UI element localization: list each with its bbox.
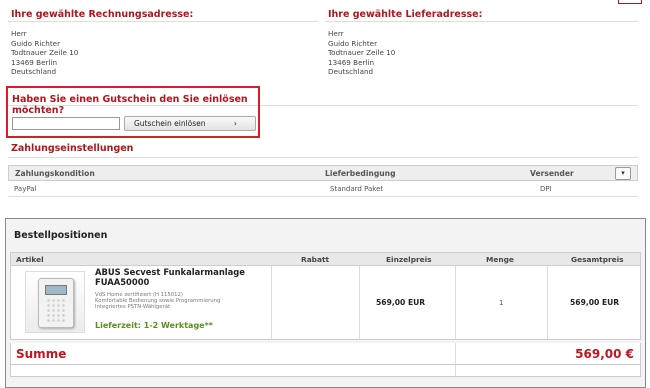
- order-panel: Bestellpositionen Artikel Rabatt Einzelp…: [5, 218, 646, 388]
- billing-street: Todtnauer Zeile 10: [11, 48, 79, 58]
- sum-row: Summe 569,00 €: [10, 343, 641, 365]
- product-description: VdS Home zertifiziert (H 115012) Komfort…: [95, 292, 275, 310]
- alarm-keypad-icon: [38, 278, 74, 328]
- divider: [455, 343, 456, 364]
- payment-title: Zahlungseinstellungen: [11, 143, 134, 154]
- next-summary-row: [10, 365, 641, 377]
- header-payment-condition: Zahlungskondition: [15, 169, 95, 178]
- delivery-time: Lieferzeit: 1-2 Werktage**: [95, 321, 213, 330]
- shipping-name: Guido Richter: [328, 38, 378, 48]
- order-item-row: ABUS Secvest Funkalarmanlage FUAA50000 V…: [10, 266, 641, 340]
- divider: [547, 266, 548, 339]
- product-image[interactable]: [25, 271, 85, 333]
- divider: [325, 21, 638, 22]
- redeem-voucher-button[interactable]: Gutschein einlösen ›: [124, 116, 256, 131]
- payment-table-header: Zahlungskondition Lieferbedingung Versen…: [8, 165, 638, 181]
- shipping-address: Herr Guido Richter Todtnauer Zeile 10 13…: [328, 29, 395, 77]
- divider: [8, 157, 638, 158]
- divider: [8, 21, 318, 22]
- item-total: 569,00 EUR: [570, 298, 620, 307]
- voucher-box: Haben Sie einen Gutschein den Sie einlös…: [6, 86, 260, 138]
- billing-address: Herr Guido Richter Todtnauer Zeile 10 13…: [11, 29, 78, 77]
- billing-city: 13469 Berlin: [11, 57, 58, 67]
- order-title: Bestellpositionen: [14, 230, 108, 241]
- payment-table-row: PayPal Standard Paket DPI: [8, 181, 638, 197]
- header-shipper: Versender: [530, 169, 574, 178]
- shipper-name: DPI: [540, 185, 552, 193]
- sum-value: 569,00 €: [575, 347, 634, 361]
- product-name[interactable]: ABUS Secvest Funkalarmanlage FUAA50000: [95, 267, 265, 287]
- header-quantity: Menge: [486, 255, 514, 264]
- divider: [359, 266, 360, 339]
- billing-title: Ihre gewählte Rechnungsadresse:: [11, 9, 194, 20]
- sum-label: Summe: [16, 347, 67, 361]
- billing-country: Deutschland: [11, 67, 57, 77]
- voucher-input[interactable]: [12, 117, 120, 130]
- chevron-down-icon[interactable]: ▾: [615, 167, 631, 180]
- header-delivery-condition: Lieferbedingung: [325, 169, 396, 178]
- header-total: Gesamtpreis: [571, 255, 624, 264]
- shipping-country: Deutschland: [328, 67, 374, 77]
- shipping-title: Ihre gewählte Lieferadresse:: [328, 9, 483, 20]
- voucher-title: Haben Sie einen Gutschein den Sie einlös…: [12, 94, 248, 116]
- redeem-voucher-label: Gutschein einlösen: [134, 119, 206, 128]
- item-unit-price: 569,00 EUR: [376, 298, 426, 307]
- top-action-button[interactable]: [618, 0, 642, 4]
- billing-section: Ihre gewählte Rechnungsadresse:: [11, 9, 193, 20]
- delivery-method: Standard Paket: [330, 185, 384, 193]
- payment-method: PayPal: [14, 185, 37, 193]
- divider: [455, 266, 456, 339]
- divider: [455, 365, 456, 376]
- shipping-section: Ihre gewählte Lieferadresse:: [328, 9, 482, 20]
- chevron-right-icon: ›: [233, 119, 237, 128]
- shipping-street: Todtnauer Zeile 10: [328, 48, 396, 58]
- billing-salutation: Herr: [11, 29, 27, 38]
- item-quantity: 1: [499, 299, 504, 307]
- shipping-salutation: Herr: [328, 29, 344, 38]
- header-unit-price: Einzelpreis: [386, 255, 432, 264]
- shipping-city: 13469 Berlin: [328, 57, 375, 67]
- header-article: Artikel: [16, 255, 44, 264]
- header-discount: Rabatt: [301, 255, 330, 264]
- billing-name: Guido Richter: [11, 38, 61, 48]
- order-table-header: Artikel Rabatt Einzelpreis Menge Gesamtp…: [10, 252, 641, 266]
- product-feature: Integriertes PSTN-Wählgerät: [95, 304, 171, 310]
